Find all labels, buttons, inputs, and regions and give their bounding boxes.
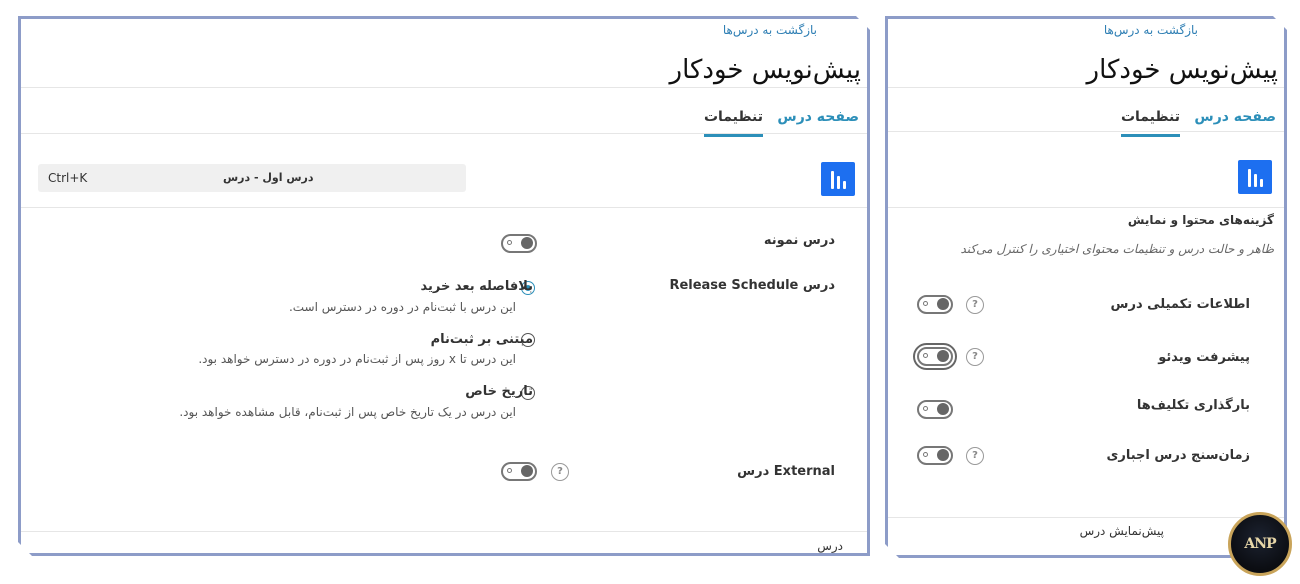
setting-label: پیشرفت ویدئو: [1158, 350, 1250, 365]
external-lesson-toggle[interactable]: [501, 462, 537, 481]
left-panel: بازگشت به درس‌ها پیش‌نویس خودکار صفحه در…: [18, 16, 870, 556]
page-title: پیش‌نویس خودکار: [1086, 55, 1278, 85]
section-title: گزینه‌های محتوا و نمایش: [1127, 213, 1274, 227]
sample-lesson-toggle[interactable]: [501, 234, 537, 253]
divider: [888, 517, 1284, 518]
footer-label: پیش‌نمایش درس: [1079, 524, 1164, 538]
divider: [21, 87, 867, 88]
sample-lesson-label: درس نمونه: [763, 233, 835, 248]
logo-text: ANP: [1244, 536, 1276, 552]
tab-settings[interactable]: تنظیمات: [1121, 109, 1180, 137]
divider: [888, 131, 1284, 132]
release-date-label: تاریخ خاص: [465, 384, 533, 399]
tab-lesson-page[interactable]: صفحه درس: [1194, 109, 1276, 125]
divider: [888, 87, 1284, 88]
divider: [888, 207, 1284, 208]
footer-label: درس: [817, 539, 843, 553]
divider: [21, 133, 867, 134]
release-enrollment-desc: این درس تا x روز پس از ثبت‌نام در دوره د…: [198, 352, 516, 366]
video-progress-toggle[interactable]: [917, 347, 953, 366]
divider: [21, 207, 867, 208]
setting-label: زمان‌سنج درس اجباری: [1106, 448, 1250, 463]
search-bar[interactable]: Ctrl+K درس اول - درس: [38, 164, 466, 192]
setting-label: بارگذاری تکلیف‌ها: [1136, 398, 1250, 413]
chart-icon[interactable]: [1238, 160, 1272, 194]
help-icon[interactable]: ?: [966, 296, 984, 314]
lesson-extra-info-toggle[interactable]: [917, 295, 953, 314]
release-date-desc: این درس در یک تاریخ خاص پس از ثبت‌نام، ق…: [179, 405, 516, 419]
help-icon[interactable]: ?: [551, 463, 569, 481]
release-immediate-desc: این درس با ثبت‌نام در دوره در دسترس است.: [288, 300, 516, 314]
back-to-lessons-link[interactable]: بازگشت به درس‌ها: [723, 23, 817, 37]
anp-logo: ANP: [1228, 512, 1292, 576]
assignment-upload-toggle[interactable]: [917, 400, 953, 419]
setting-label: اطلاعات تکمیلی درس: [1110, 297, 1250, 312]
page-title: پیش‌نویس خودکار: [669, 55, 861, 85]
mandatory-timer-toggle[interactable]: [917, 446, 953, 465]
chart-icon[interactable]: [821, 162, 855, 196]
release-schedule-label: درس Release Schedule: [669, 278, 835, 293]
right-panel: بازگشت به درس‌ها پیش‌نویس خودکار صفحه در…: [885, 16, 1287, 558]
help-icon[interactable]: ?: [966, 447, 984, 465]
external-lesson-label: External درس: [737, 464, 835, 479]
section-subtitle: ظاهر و حالت درس و تنظیمات محتوای اختیاری…: [960, 242, 1274, 256]
shortcut-hint: Ctrl+K: [48, 171, 88, 185]
tab-lesson-page[interactable]: صفحه درس: [777, 109, 859, 125]
search-input[interactable]: درس اول - درس: [223, 171, 314, 184]
release-immediate-label: بلافاصله بعد خرید: [420, 279, 533, 294]
back-to-lessons-link[interactable]: بازگشت به درس‌ها: [1104, 23, 1198, 37]
release-enrollment-label: مبتنی بر ثبت‌نام: [430, 332, 533, 347]
help-icon[interactable]: ?: [966, 348, 984, 366]
divider: [21, 531, 867, 532]
